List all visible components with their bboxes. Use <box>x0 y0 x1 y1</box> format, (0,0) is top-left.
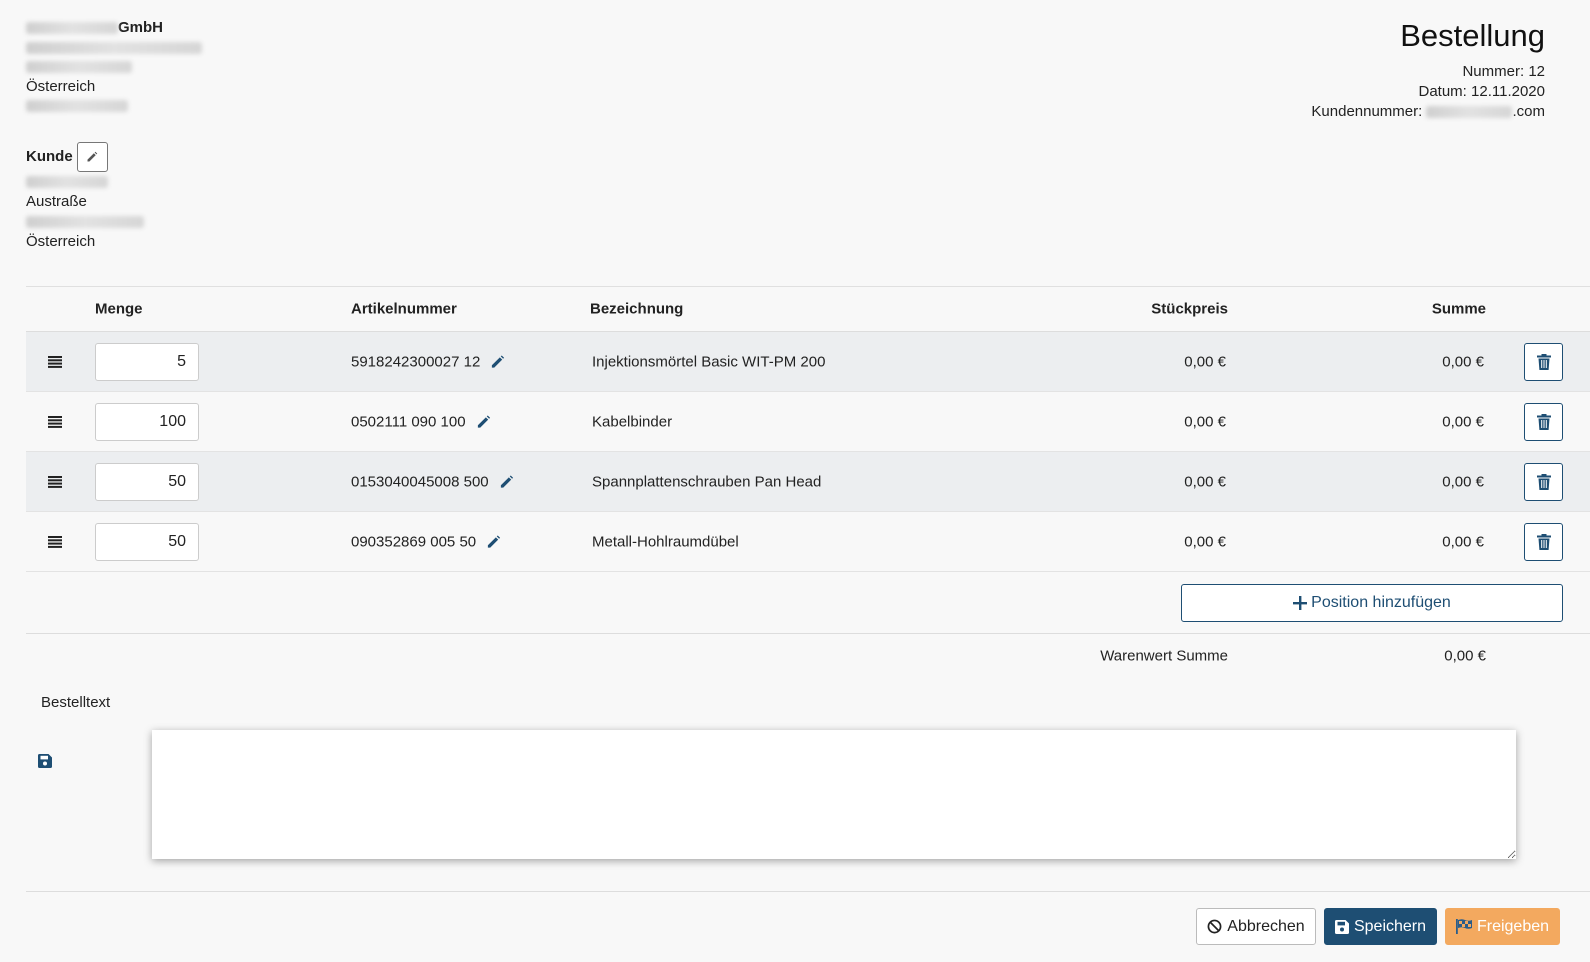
table-row: 50 090352869 005 50 Metall-Hohlraumdübel… <box>26 512 1590 572</box>
release-label: Freigeben <box>1476 917 1550 935</box>
item-description: Kabelbinder <box>592 413 673 430</box>
floppy-disk-icon <box>1334 919 1349 934</box>
delete-row-button[interactable] <box>1524 523 1563 561</box>
customer-address: Kunde Austraße Österreich <box>26 142 144 252</box>
header-sum: Summe <box>1431 300 1486 318</box>
cancel-button[interactable]: Abbrechen <box>1196 908 1316 945</box>
article-number: 090352869 005 50 <box>351 533 477 550</box>
item-sum: 0,00 € <box>1442 353 1484 370</box>
drag-handle-icon <box>48 355 62 368</box>
total-value: 0,00 € <box>1444 647 1486 665</box>
pencil-icon[interactable] <box>499 474 514 489</box>
item-description: Metall-Hohlraumdübel <box>592 533 739 550</box>
page-title: Bestellung <box>1400 18 1545 53</box>
sender-address: GmbH Österreich <box>26 18 202 116</box>
article-number: 5918242300027 12 <box>351 353 481 370</box>
quantity-input[interactable]: 50 <box>95 463 199 501</box>
drag-handle[interactable] <box>48 355 62 368</box>
drag-handle-icon <box>48 415 62 428</box>
item-description: Injektionsmörtel Basic WIT-PM 200 <box>592 353 826 370</box>
delete-row-button[interactable] <box>1524 403 1563 441</box>
flag-checkered-icon <box>1455 919 1472 934</box>
footer-divider <box>26 891 1590 892</box>
drag-handle-icon <box>48 535 62 548</box>
plus-icon <box>1293 596 1308 610</box>
table-row: 100 0502111 090 100 Kabelbinder 0,00 € 0… <box>26 392 1590 452</box>
drag-handle-icon <box>48 475 62 488</box>
table-row: 50 0153040045008 500 Spannplattenschraub… <box>26 452 1590 512</box>
sender-country: Österreich <box>26 77 96 95</box>
customer-country: Österreich <box>26 233 96 250</box>
trash-icon <box>1536 414 1551 430</box>
quantity-input[interactable]: 100 <box>95 403 199 441</box>
article-number: 0153040045008 500 <box>351 473 489 490</box>
add-position-button[interactable]: Position hinzufügen <box>1181 584 1563 622</box>
order-number: Nummer: 12 <box>1462 63 1545 80</box>
table-header: Menge Artikelnummer Bezeichnung Stückpre… <box>26 286 1590 332</box>
customer-number: Kundennummer: .com <box>1311 103 1545 120</box>
trash-icon <box>1536 354 1551 370</box>
order-text-input[interactable] <box>152 730 1516 859</box>
edit-customer-button[interactable] <box>76 142 108 172</box>
total-label: Warenwert Summe <box>1100 647 1228 665</box>
pencil-icon <box>87 151 98 162</box>
item-unit-price: 0,00 € <box>1184 533 1226 550</box>
trash-icon <box>1536 474 1551 490</box>
drag-handle[interactable] <box>48 415 62 428</box>
pencil-icon[interactable] <box>486 534 501 549</box>
item-sum: 0,00 € <box>1442 533 1484 550</box>
article-number: 0502111 090 100 <box>351 413 466 430</box>
item-sum: 0,00 € <box>1442 473 1484 490</box>
sender-company: GmbH <box>26 18 202 38</box>
item-unit-price: 0,00 € <box>1184 353 1226 370</box>
drag-handle[interactable] <box>48 475 62 488</box>
header-qty: Menge <box>95 300 143 318</box>
release-button[interactable]: Freigeben <box>1445 908 1560 945</box>
add-position-label: Position hinzufügen <box>1311 594 1451 611</box>
save-button[interactable]: Speichern <box>1324 908 1437 945</box>
header-description: Bezeichnung <box>590 300 684 318</box>
pencil-icon[interactable] <box>476 414 491 429</box>
save-label: Speichern <box>1353 917 1427 935</box>
cancel-label: Abbrechen <box>1227 917 1305 935</box>
floppy-disk-icon <box>38 754 52 768</box>
item-sum: 0,00 € <box>1442 413 1484 430</box>
item-unit-price: 0,00 € <box>1184 473 1226 490</box>
order-date: Datum: 12.11.2020 <box>1418 83 1546 100</box>
customer-heading: Kunde <box>26 148 73 165</box>
pencil-icon[interactable] <box>490 354 505 369</box>
ban-icon <box>1207 919 1222 934</box>
quantity-input[interactable]: 5 <box>95 343 199 381</box>
delete-row-button[interactable] <box>1524 343 1563 381</box>
delete-row-button[interactable] <box>1524 463 1563 501</box>
order-text-label: Bestelltext <box>41 694 111 711</box>
header-article: Artikelnummer <box>351 300 457 318</box>
item-unit-price: 0,00 € <box>1184 413 1226 430</box>
total-row: Warenwert Summe 0,00 € <box>26 634 1590 678</box>
order-items-table: Menge Artikelnummer Bezeichnung Stückpre… <box>26 286 1590 678</box>
table-row: 5 5918242300027 12 Injektionsmörtel Basi… <box>26 332 1590 392</box>
header-unit-price: Stückpreis <box>1151 300 1228 318</box>
save-text-button[interactable] <box>38 754 52 768</box>
customer-street: Austraße <box>26 193 87 210</box>
order-header: Bestellung Nummer: 12 Datum: 12.11.2020 … <box>1311 18 1545 122</box>
drag-handle[interactable] <box>48 535 62 548</box>
trash-icon <box>1536 534 1551 550</box>
item-description: Spannplattenschrauben Pan Head <box>592 473 822 490</box>
quantity-input[interactable]: 50 <box>95 523 199 561</box>
